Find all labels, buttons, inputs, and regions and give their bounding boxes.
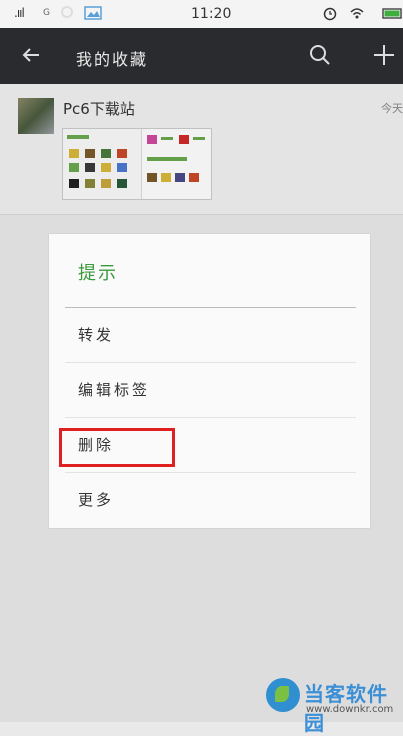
watermark: 当客软件园 www.downkr.com	[266, 676, 403, 735]
menu-item-more[interactable]: 更多	[65, 473, 356, 528]
search-status-icon	[60, 5, 76, 25]
options-dialog: 提示 转发 编辑标签 删除 更多	[49, 234, 370, 528]
search-icon[interactable]	[305, 40, 335, 70]
image-status-icon	[84, 5, 102, 25]
app-bar: 我的收藏	[0, 28, 403, 84]
signal-icon: .ııl	[14, 6, 25, 20]
status-bar: .ııl G 11:20	[0, 0, 403, 28]
back-arrow-icon[interactable]	[16, 40, 46, 70]
add-icon[interactable]	[369, 40, 399, 70]
page-title: 我的收藏	[76, 50, 149, 69]
menu-item-forward[interactable]: 转发	[65, 308, 356, 363]
dialog-title: 提示	[78, 263, 118, 284]
wifi-icon	[349, 5, 365, 25]
watermark-logo-icon	[266, 678, 300, 712]
network-type: G	[43, 8, 50, 18]
battery-icon	[382, 5, 403, 25]
clock: 11:20	[191, 6, 232, 22]
alarm-icon	[322, 5, 338, 25]
delete-highlight-box	[59, 428, 175, 467]
watermark-url: www.downkr.com	[306, 704, 394, 715]
menu-item-edit-tags[interactable]: 编辑标签	[65, 363, 356, 418]
